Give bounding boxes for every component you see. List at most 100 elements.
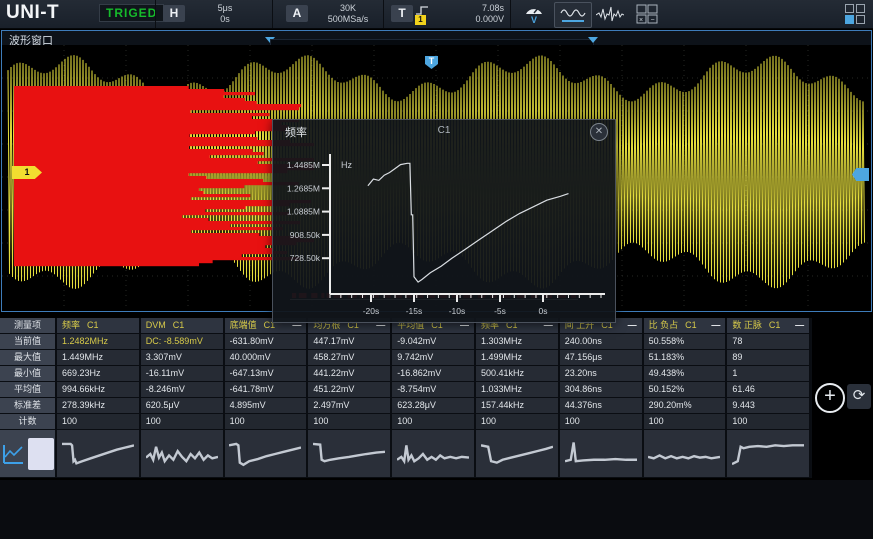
measure-value-cell: 100 (392, 414, 476, 430)
calc-grid-icon: × − (636, 4, 658, 24)
measure-value-cell: -8.246mV (141, 382, 225, 398)
measure-value-cell: 100 (141, 414, 225, 430)
measure-channel: C1 (685, 320, 697, 330)
layout-cell-icon (845, 4, 854, 13)
measure-value-cell: -9.042mV (392, 334, 476, 350)
trend-chart-icon (2, 443, 24, 465)
pan-right-handle-icon[interactable] (588, 37, 598, 43)
measure-value-cell: DC: -8.589mV (141, 334, 225, 350)
measure-name: 数 正脉 (732, 320, 762, 330)
reset-statistics-button[interactable]: ⟳ (847, 384, 871, 409)
top-toolbar: UNI-T TRIGED H 5μs 0s A 30K 500MSa/s T 1… (0, 0, 873, 29)
measure-value-cell: 44.376ns (560, 398, 644, 414)
measure-value-cell: 9.742mV (392, 350, 476, 366)
frequency-trend-line (368, 163, 569, 282)
acquire-menu-button[interactable]: A (286, 5, 308, 22)
x-tick-label: -10s (449, 306, 466, 316)
measure-value-cell: 2.497mV (308, 398, 392, 414)
x-tick-label: -15s (406, 306, 423, 316)
measure-sparkline-cell (727, 430, 811, 478)
measurement-table: 测量项频率C1DVMC1底端值C1—均方根C1—平均值C1—频率C1—间 上升C… (0, 318, 812, 478)
waveform-generator-button[interactable] (554, 2, 592, 28)
measure-value-cell: -647.13mV (225, 366, 309, 382)
horizontal-menu-button[interactable]: H (163, 5, 185, 22)
measure-value-cell: 304.86ns (560, 382, 644, 398)
measure-value-cell: 620.5μV (141, 398, 225, 414)
row-label: 计数 (0, 414, 57, 430)
trigger-slope-indicator[interactable]: 1 (415, 3, 431, 25)
row-label: 最小值 (0, 366, 57, 382)
calculator-button[interactable]: × − (629, 2, 665, 26)
window-layout-button[interactable] (845, 4, 867, 24)
measure-column-header[interactable]: 频率C1 (57, 318, 141, 334)
measure-column-header[interactable]: DVMC1 (141, 318, 225, 334)
popup-header[interactable]: 频率 C1 ✕ (273, 120, 615, 142)
sparkline (732, 435, 804, 473)
measure-value-cell: 100 (644, 414, 728, 430)
trend-mode-cell[interactable] (0, 430, 57, 478)
close-icon[interactable]: ✕ (590, 123, 608, 141)
measure-value-cell: 49.438% (644, 366, 728, 382)
measure-column-header[interactable]: 数 正脉C1— (727, 318, 811, 334)
measure-sparkline-cell (308, 430, 392, 478)
sparkline (146, 435, 218, 473)
toolbar-divider (155, 0, 156, 28)
measure-value-cell: 9.443 (727, 398, 811, 414)
horizontal-offset-value: 0s (196, 14, 254, 25)
trigger-menu-button[interactable]: T (391, 5, 413, 22)
measure-value-cell: -641.78mV (225, 382, 309, 398)
trend-select-button[interactable] (28, 438, 54, 470)
memory-depth-value: 30K (316, 3, 380, 14)
measure-value-cell: 240.00ns (560, 334, 644, 350)
noise-wave-icon (596, 5, 624, 23)
toolbar-divider (383, 0, 384, 28)
dvm-button[interactable]: V (516, 2, 552, 26)
measure-value-cell: 3.307mV (141, 350, 225, 366)
measure-sparkline-cell (644, 430, 728, 478)
toolbar-divider (510, 0, 511, 28)
measure-value-cell: 1.303MHz (476, 334, 560, 350)
acquire-readout[interactable]: 30K 500MSa/s (316, 3, 380, 25)
measure-value-cell: 89 (727, 350, 811, 366)
x-tick-label: -5s (494, 306, 506, 316)
svg-text:×: × (639, 17, 643, 24)
measure-value-cell: 1.499MHz (476, 350, 560, 366)
measure-value-cell: 1.449MHz (57, 350, 141, 366)
bottom-channel-bar: ‹ C1200mV/ 1MΩUI 1X 0.00V C2 OFF C3 OF (0, 480, 873, 539)
measure-channel: C1 (173, 320, 185, 330)
collapse-dash-icon: — (795, 318, 804, 333)
measure-value-cell: 100 (57, 414, 141, 430)
measure-value-cell: 669.23Hz (57, 366, 141, 382)
measure-value-cell: 1.2482MHz (57, 334, 141, 350)
trend-chart: 1.4485M1.2685M1.0885M908.50k728.50kHz-20… (273, 144, 615, 322)
measure-value-cell: 47.156μs (560, 350, 644, 366)
measure-sparkline-cell (225, 430, 309, 478)
sparkline (481, 435, 553, 473)
collapse-dash-icon: — (711, 318, 720, 333)
trigger-readout[interactable]: 7.08s 0.000V (432, 3, 504, 25)
measure-value-cell: 157.44kHz (476, 398, 560, 414)
row-label: 当前值 (0, 334, 57, 350)
sparkline (648, 435, 720, 473)
trigger-level-value: 0.000V (432, 14, 504, 25)
measure-value-cell: 451.22mV (308, 382, 392, 398)
measure-sparkline-cell (57, 430, 141, 478)
red-density-trace (14, 86, 314, 266)
horizontal-readout[interactable]: 5μs 0s (196, 3, 254, 25)
measure-sparkline-cell (476, 430, 560, 478)
y-tick-label: 908.50k (290, 230, 321, 240)
measure-value-cell: 623.28μV (392, 398, 476, 414)
dvm-gauge-icon (524, 3, 544, 15)
measure-value-cell: 994.66kHz (57, 382, 141, 398)
sparkline (62, 435, 134, 473)
measure-column-header[interactable]: 比 负占C1— (644, 318, 728, 334)
noise-analysis-button[interactable] (592, 2, 628, 26)
waveform-window: 波形窗口 T 1 频率 C1 ✕ 1.4485M1.2685M1.0885M90… (1, 30, 872, 312)
x-tick-label: -20s (363, 306, 380, 316)
sparkline (313, 435, 385, 473)
sparkline (229, 435, 301, 473)
measure-value-cell: 100 (225, 414, 309, 430)
add-measurement-button[interactable]: + (815, 383, 845, 413)
measure-value-cell: -16.11mV (141, 366, 225, 382)
measure-name: 底端值 (230, 320, 257, 330)
